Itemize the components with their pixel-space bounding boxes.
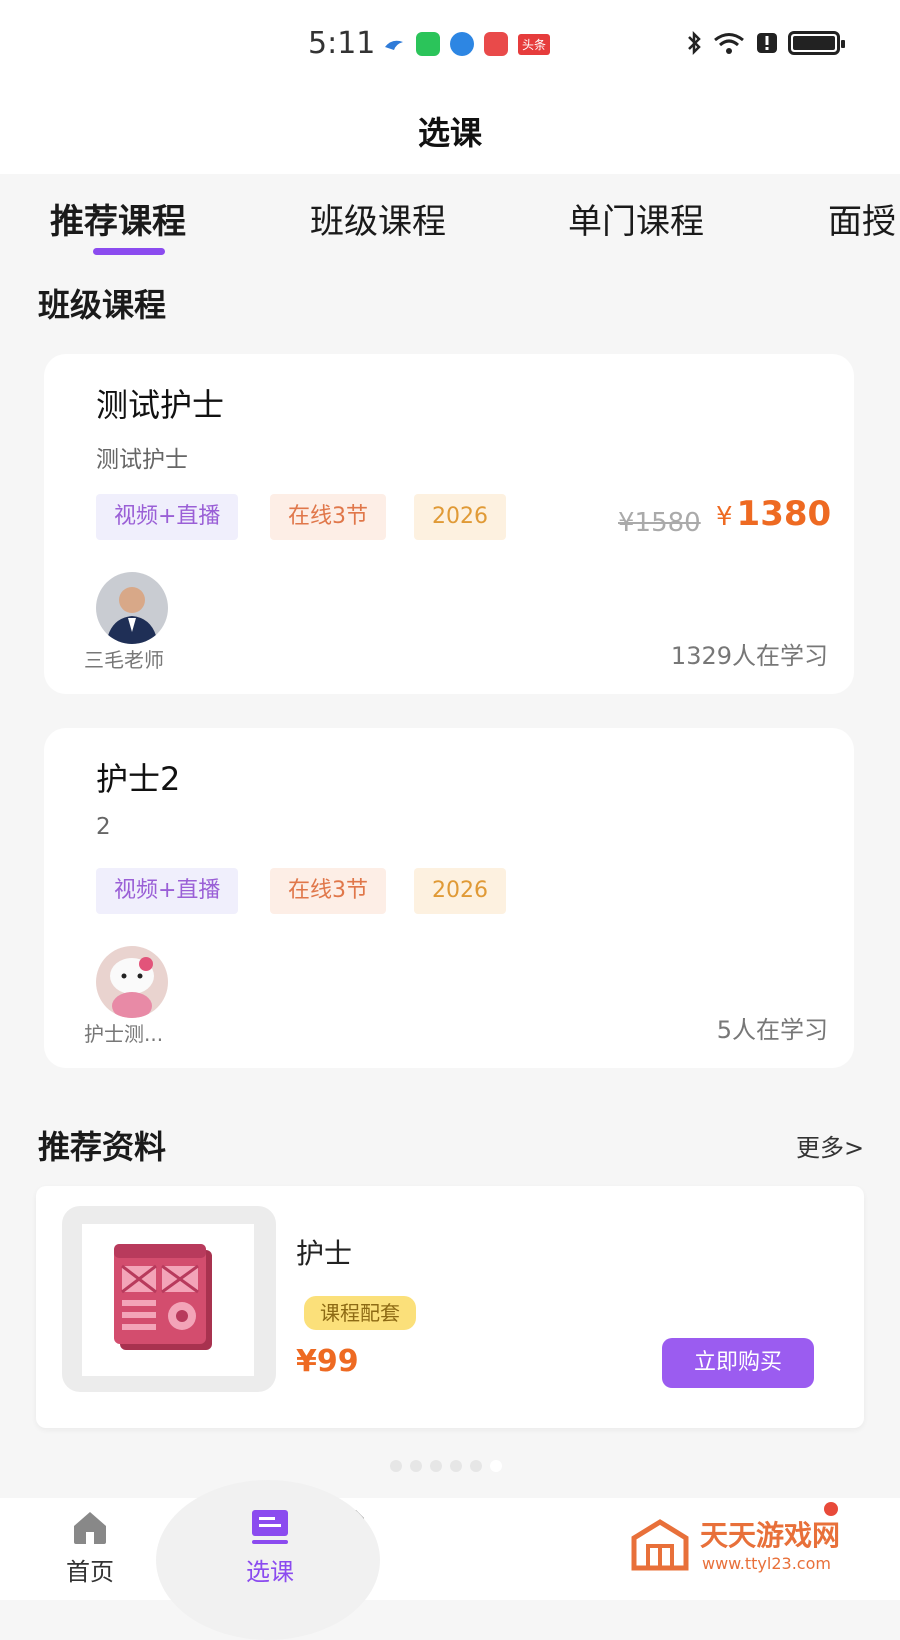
price-value: 1380 [736, 494, 832, 534]
title-bar: 选课 [0, 90, 900, 174]
page-dot-active [490, 1460, 502, 1472]
alert-icon [757, 33, 777, 53]
course-tag-format: 视频+直播 [96, 868, 239, 914]
course-tag-lessons: 在线3节 [270, 868, 386, 914]
system-icons [686, 30, 845, 56]
more-link[interactable]: 更多> [796, 1128, 864, 1163]
page-indicator [390, 1460, 502, 1472]
document-layout-icon [114, 1244, 212, 1350]
course-tag-year: 2026 [414, 868, 506, 914]
material-thumbnail [62, 1206, 276, 1392]
buy-now-button[interactable]: 立即购买 [662, 1338, 814, 1388]
status-bar: 5:11 头条 [0, 0, 900, 90]
nav-course-selection-label: 选课 [246, 1558, 294, 1586]
nav-course-selection[interactable]: 选课 [210, 1508, 330, 1587]
course-icon [252, 1510, 288, 1544]
nav-home[interactable]: 首页 [30, 1508, 150, 1587]
browser-icon [450, 32, 474, 56]
watermark-logo-icon [631, 1519, 689, 1571]
teacher-avatar [96, 572, 168, 644]
course-card[interactable]: 测试护士 测试护士 视频+直播 在线3节 2026 ¥1580 ¥1380 三毛… [44, 354, 854, 694]
page-dot [470, 1460, 482, 1472]
tab-face-to-face[interactable]: 面授 [828, 194, 896, 243]
teacher-avatar [96, 946, 168, 1018]
wechat-icon [416, 32, 440, 56]
page-dot [410, 1460, 422, 1472]
course-title: 测试护士 [96, 386, 225, 424]
page-title: 选课 [417, 114, 482, 152]
book-icon [484, 32, 508, 56]
section-title-class-courses: 班级课程 [38, 286, 167, 324]
tab-single-courses[interactable]: 单门课程 [568, 194, 704, 243]
teacher-name: 三毛老师 [84, 648, 164, 672]
price-symbol: ¥ [716, 502, 733, 532]
watermark: 天天游戏网 www.ttyl23.com [630, 1510, 880, 1594]
notification-icons: 头条 [382, 32, 551, 56]
status-time: 5:11 [308, 26, 376, 61]
material-card[interactable]: 护士 课程配套 ¥99 立即购买 [36, 1186, 864, 1428]
home-icon [74, 1512, 106, 1544]
section-title-materials: 推荐资料 [38, 1128, 167, 1166]
course-title: 护士2 [96, 760, 181, 798]
course-subtitle: 测试护士 [96, 447, 188, 473]
tab-active-indicator [93, 248, 165, 255]
battery-icon [788, 31, 845, 55]
watermark-name: 天天游戏网 [700, 1519, 841, 1552]
course-card[interactable]: 护士2 2 视频+直播 在线3节 2026 护士测... 5人在学习 [44, 728, 854, 1068]
tab-class-courses[interactable]: 班级课程 [310, 194, 446, 243]
course-tag-format: 视频+直播 [96, 494, 239, 540]
material-price: ¥99 [296, 1344, 359, 1379]
toutiao-icon: 头条 [518, 33, 551, 55]
page-dot [430, 1460, 442, 1472]
course-price: ¥1380 [716, 494, 831, 534]
learner-count: 5人在学习 [716, 1016, 828, 1044]
bluetooth-icon [688, 30, 701, 56]
material-title: 护士 [296, 1237, 353, 1270]
nav-home-label: 首页 [66, 1558, 114, 1586]
course-tag-lessons: 在线3节 [270, 494, 386, 540]
material-tag: 课程配套 [304, 1296, 416, 1330]
tab-recommended[interactable]: 推荐课程 [50, 194, 186, 243]
page-dot [450, 1460, 462, 1472]
course-tag-year: 2026 [414, 494, 506, 540]
page-dot [390, 1460, 402, 1472]
teacher-name: 护士测... [84, 1022, 164, 1046]
learner-count: 1329人在学习 [670, 642, 828, 670]
watermark-url: www.ttyl23.com [702, 1554, 831, 1573]
wifi-icon [714, 33, 744, 54]
course-subtitle: 2 [96, 814, 111, 840]
app-icon [385, 40, 403, 50]
original-price: ¥1580 [618, 508, 701, 538]
